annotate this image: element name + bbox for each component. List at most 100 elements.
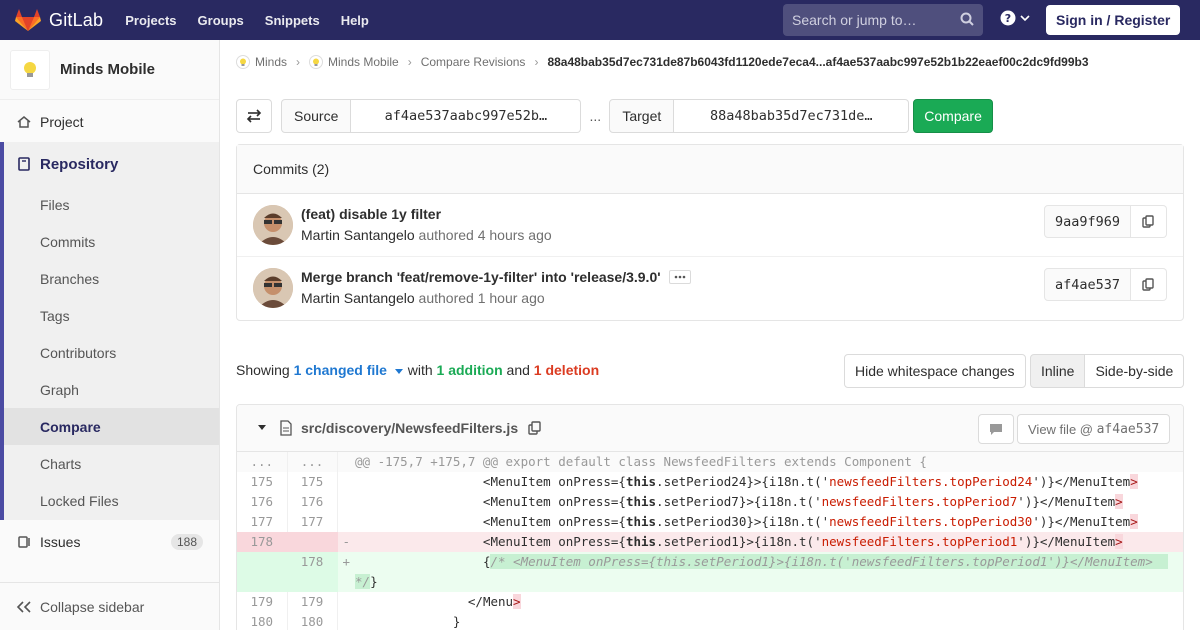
code-line: <MenuItem onPress={this.setPeriod1}>{i18… xyxy=(355,532,1183,552)
copy-icon[interactable] xyxy=(528,421,542,435)
sidebar-item-graph[interactable]: Graph xyxy=(0,371,219,408)
comment-icon xyxy=(990,424,1002,435)
file-path[interactable]: src/discovery/NewsfeedFilters.js xyxy=(301,420,518,436)
nav-snippets[interactable]: Snippets xyxy=(265,13,320,28)
new-line-number[interactable]: 178 xyxy=(287,552,338,592)
sidebar-item-repository[interactable]: Repository xyxy=(0,142,219,186)
side-by-side-view-button[interactable]: Side-by-side xyxy=(1085,354,1185,388)
diff-view-toggle: Inline Side-by-side xyxy=(1030,354,1185,388)
deletions-count: 1 deletion xyxy=(533,362,600,378)
commit-title[interactable]: Merge branch 'feat/remove-1y-filter' int… xyxy=(301,269,691,285)
sidebar-item-commits[interactable]: Commits xyxy=(0,223,219,260)
nav-groups[interactable]: Groups xyxy=(198,13,244,28)
gitlab-logo[interactable]: GitLab xyxy=(15,8,103,32)
breadcrumb-group[interactable]: Minds xyxy=(255,55,287,69)
question-icon: ? xyxy=(1000,10,1016,26)
avatar[interactable] xyxy=(253,268,293,308)
commit-author[interactable]: Martin Santangelo xyxy=(301,227,415,243)
home-icon xyxy=(17,116,31,128)
commit-row: (feat) disable 1y filter Martin Santange… xyxy=(237,194,1183,257)
sidebar-item-files[interactable]: Files xyxy=(0,186,219,223)
search-input[interactable]: Search or jump to… xyxy=(783,4,983,36)
top-navbar: GitLab Projects Groups Snippets Help Sea… xyxy=(0,0,1200,40)
sidebar-project-header[interactable]: Minds Mobile xyxy=(0,40,219,100)
old-line-number[interactable]: 175 xyxy=(237,472,288,492)
authored-label: authored xyxy=(418,290,474,306)
commit-title[interactable]: (feat) disable 1y filter xyxy=(301,206,441,222)
toggle-comments-button[interactable] xyxy=(978,414,1014,444)
new-line-number[interactable]: 177 xyxy=(287,512,338,532)
inline-view-button[interactable]: Inline xyxy=(1030,354,1086,388)
old-line-number[interactable] xyxy=(237,552,288,592)
old-line-number[interactable]: 177 xyxy=(237,512,288,532)
commit-sha-button[interactable]: 9aa9f969 xyxy=(1043,205,1131,238)
ellipsis-icon xyxy=(674,275,685,279)
new-line-number[interactable]: 175 xyxy=(287,472,338,492)
old-line-number[interactable]: 179 xyxy=(237,592,288,612)
sidebar-item-branches[interactable]: Branches xyxy=(0,260,219,297)
sign-in-button[interactable]: Sign in / Register xyxy=(1046,5,1181,35)
commit-time: 4 hours ago xyxy=(477,227,552,243)
avatar[interactable] xyxy=(253,205,293,245)
hide-whitespace-button[interactable]: Hide whitespace changes xyxy=(844,354,1026,388)
sidebar-item-contributors[interactable]: Contributors xyxy=(0,334,219,371)
code-line: </Menu> xyxy=(355,594,521,609)
project-name: Minds Mobile xyxy=(60,61,155,78)
sidebar-item-label: Repository xyxy=(40,155,119,173)
sidebar-item-project[interactable]: Project xyxy=(0,102,219,142)
sidebar-item-charts[interactable]: Charts xyxy=(0,445,219,482)
swap-revisions-button[interactable] xyxy=(236,99,272,133)
sidebar-repository-section: Repository Files Commits Branches Tags C… xyxy=(0,142,219,520)
copy-sha-button[interactable] xyxy=(1131,268,1167,301)
commit-title-text: Merge branch 'feat/remove-1y-filter' int… xyxy=(301,269,661,285)
help-dropdown[interactable]: ? xyxy=(1000,10,1030,26)
view-file-button[interactable]: View file @ af4ae537 xyxy=(1017,414,1171,444)
commit-meta: Martin Santangelo authored 4 hours ago xyxy=(301,227,552,243)
sidebar-item-issues[interactable]: Issues 188 xyxy=(0,522,219,562)
sidebar-item-label: Project xyxy=(40,114,84,130)
new-line-number[interactable]: 179 xyxy=(287,592,338,612)
breadcrumb: Minds › Minds Mobile › Compare Revisions… xyxy=(236,55,1089,69)
copy-sha-button[interactable] xyxy=(1131,205,1167,238)
diff-sign: + xyxy=(337,552,355,592)
chevron-right-icon: › xyxy=(407,55,412,69)
sidebar-item-locked-files[interactable]: Locked Files xyxy=(0,482,219,520)
view-file-sha: af4ae537 xyxy=(1096,421,1160,437)
new-line-number[interactable]: 180 xyxy=(287,612,338,630)
swap-arrows-icon xyxy=(246,109,262,123)
compare-button[interactable]: Compare xyxy=(913,99,993,133)
breadcrumb-project[interactable]: Minds Mobile xyxy=(328,55,399,69)
caret-down-icon xyxy=(394,369,403,374)
commit-author[interactable]: Martin Santangelo xyxy=(301,290,415,306)
nav-projects[interactable]: Projects xyxy=(125,13,176,28)
commit-row: Merge branch 'feat/remove-1y-filter' int… xyxy=(237,257,1183,320)
caret-down-icon[interactable] xyxy=(257,425,267,431)
new-line-number[interactable] xyxy=(287,532,338,552)
new-line-number[interactable]: 176 xyxy=(287,492,338,512)
old-line-number[interactable]: 176 xyxy=(237,492,288,512)
toggle-description-button[interactable] xyxy=(668,270,691,284)
commit-sha-button[interactable]: af4ae537 xyxy=(1043,268,1131,301)
breadcrumb-current[interactable]: 88a48bab35d7ec731de87b6043fd1120ede7eca4… xyxy=(547,55,1088,69)
changed-files-dropdown[interactable]: 1 changed file xyxy=(294,362,404,378)
diff-file: src/discovery/NewsfeedFilters.js View fi… xyxy=(236,404,1184,630)
diff-line-added: 178 + {/* <MenuItem onPress={this.setPer… xyxy=(237,552,1183,592)
target-revision-dropdown[interactable]: 88a48bab35d7ec731de… xyxy=(674,99,910,133)
nav-help[interactable]: Help xyxy=(341,13,369,28)
brand-name: GitLab xyxy=(49,9,104,30)
sidebar-item-compare[interactable]: Compare xyxy=(0,408,219,445)
diff-sign xyxy=(337,512,355,532)
book-icon xyxy=(18,157,30,171)
chevron-down-icon xyxy=(1020,15,1030,22)
line-number[interactable]: ... xyxy=(237,452,288,472)
commit-sha-group: af4ae537 xyxy=(1043,268,1167,301)
source-revision-dropdown[interactable]: af4ae537aabc997e52b… xyxy=(351,99,582,133)
breadcrumb-compare-revisions[interactable]: Compare Revisions xyxy=(421,55,526,69)
sidebar-item-tags[interactable]: Tags xyxy=(0,297,219,334)
old-line-number[interactable]: 178 xyxy=(237,532,288,552)
copy-icon xyxy=(1142,278,1154,291)
collapse-sidebar-button[interactable]: Collapse sidebar xyxy=(0,582,219,630)
gitlab-tanuki-icon xyxy=(15,9,41,31)
old-line-number[interactable]: 180 xyxy=(237,612,288,630)
line-number[interactable]: ... xyxy=(287,452,338,472)
